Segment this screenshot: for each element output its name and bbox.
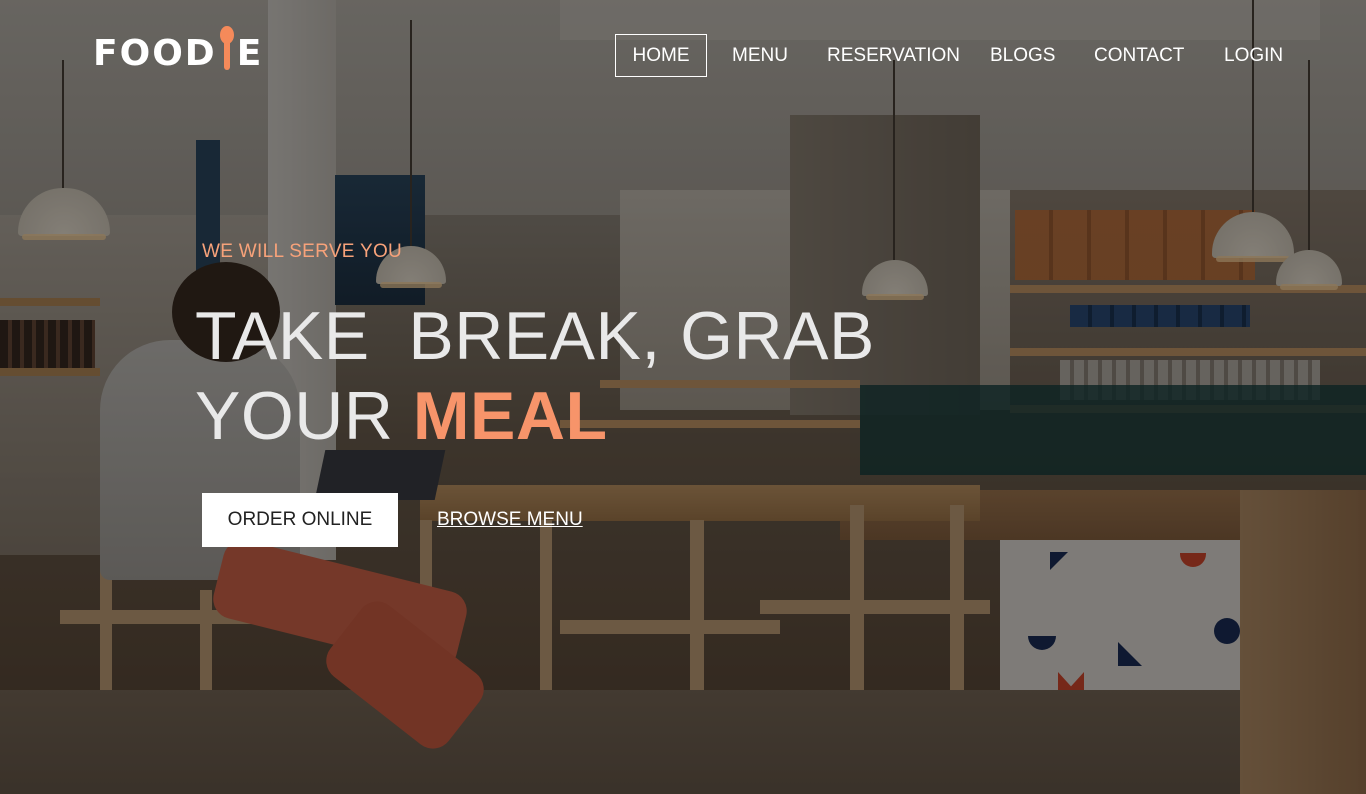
hero-title-accent: MEAL	[412, 378, 608, 454]
spoon-icon	[219, 26, 235, 74]
browse-menu-link[interactable]: BROWSE MENU	[437, 509, 583, 531]
hero-title: TAKE BREAK, GRAB YOUR MEAL	[195, 296, 875, 456]
hero-title-line1: TAKE BREAK, GRAB	[195, 298, 875, 374]
nav-menu-link[interactable]: MENU	[732, 34, 788, 77]
hero-subtitle: WE WILL SERVE YOU	[202, 241, 403, 262]
nav-blogs-link[interactable]: BLOGS	[990, 34, 1055, 77]
brand-logo[interactable]: FOOD E	[93, 26, 264, 74]
order-online-button[interactable]: ORDER ONLINE	[202, 493, 398, 547]
brand-name-prefix: FOOD	[93, 33, 217, 74]
nav-home-link[interactable]: HOME	[615, 34, 707, 77]
brand-name-suffix: E	[236, 33, 264, 74]
nav-login-link[interactable]: LOGIN	[1224, 34, 1283, 77]
nav-reservation-link[interactable]: RESERVATION	[827, 34, 960, 77]
hero-title-line2-prefix: YOUR	[195, 378, 413, 454]
nav-contact-link[interactable]: CONTACT	[1094, 34, 1184, 77]
site-header: FOOD E HOME MENU RESERVATION BLOGS CONTA…	[0, 0, 1366, 110]
